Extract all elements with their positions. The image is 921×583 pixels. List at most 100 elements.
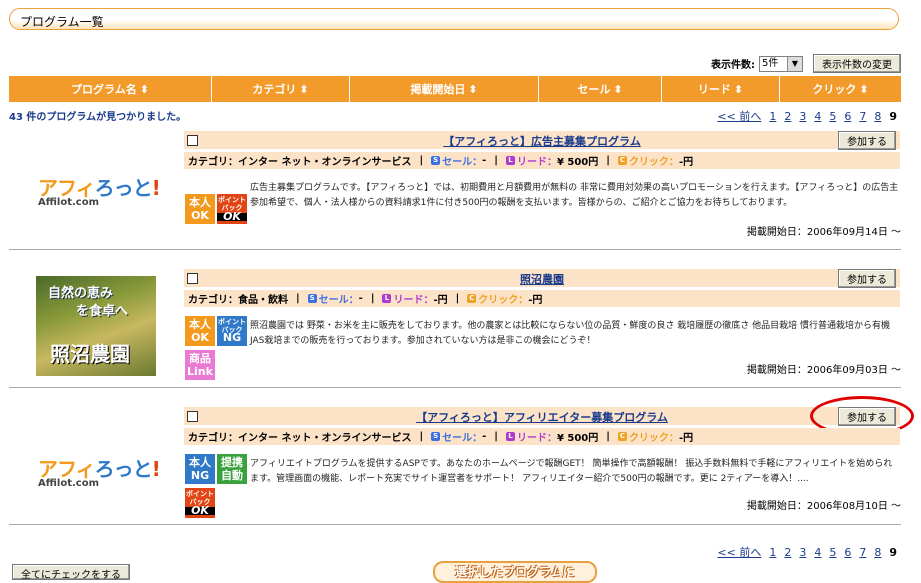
pager-prev-link[interactable]: << 前へ — [717, 108, 761, 124]
sale-value: - — [358, 293, 363, 304]
badge-auto-approve: 提携 自動 — [217, 454, 247, 484]
lead-label: リード： — [393, 295, 434, 306]
program-start-date: 掲載開始日：2006年09月14日 〜 — [746, 227, 901, 238]
program-start-date: 掲載開始日：2006年08月10日 〜 — [746, 501, 901, 512]
sale-label: セール： — [318, 295, 359, 306]
category-value: インター ネット・オンラインサービス — [238, 433, 412, 444]
badge-self-ng: 本人 NG — [185, 454, 215, 484]
badge-product-link: 商品 Link — [185, 350, 215, 380]
affilot-logo[interactable]: アフィろっと! Affilot.com — [38, 453, 161, 489]
check-all-button[interactable]: 全てにチェックをする — [12, 564, 130, 581]
sort-arrows-icon: ⬍ — [139, 82, 149, 96]
header-sale[interactable]: セール ⬍ — [539, 76, 662, 102]
change-count-button[interactable]: 表示件数の変更 — [813, 54, 901, 73]
badge-point-back: ポイント バック OK — [217, 194, 247, 224]
sale-value: - — [482, 431, 487, 442]
pager-page-link[interactable]: 4 — [814, 546, 821, 559]
lead-value: -円 — [433, 295, 448, 306]
click-label: クリック： — [628, 157, 679, 168]
click-label: クリック： — [478, 295, 529, 306]
header-program-name[interactable]: プログラム名 ⬍ — [9, 76, 212, 102]
sort-arrows-icon: ⬍ — [613, 82, 623, 96]
divider — [9, 524, 901, 525]
sale-label: セール： — [442, 157, 483, 168]
category-value: インター ネット・オンラインサービス — [238, 157, 412, 168]
results-count: 43 件のプログラムが見つかりました。 — [9, 112, 187, 123]
header-click[interactable]: クリック ⬍ — [780, 76, 901, 102]
program-title-link[interactable]: 【アフィろっと】アフィリエイター募集プログラム — [416, 411, 668, 424]
lead-value: ¥ 500円 — [556, 433, 599, 444]
click-value: -円 — [678, 157, 694, 168]
pager-page-link[interactable]: 8 — [874, 546, 881, 559]
sort-arrows-icon: ⬍ — [859, 82, 869, 96]
lead-icon: L — [382, 294, 392, 303]
category-value: 食品・飲料 — [238, 295, 288, 306]
pager-current-page: 9 — [889, 545, 897, 559]
pager-page-link[interactable]: 7 — [859, 546, 866, 559]
program-description: 照沼農園では 野菜・お米を主に販売をしております。他の農家とは比較にならない位の… — [250, 321, 891, 346]
join-selected-button[interactable]: 選択したプログラムに — [433, 561, 597, 583]
pager-page-link[interactable]: 2 — [784, 110, 791, 123]
teruma-farm-banner[interactable]: 自然の恵み を食卓へ 照沼農園 — [36, 276, 156, 376]
program-badges: 本人 OK ポイント バック OK — [185, 194, 247, 224]
chevron-down-icon: ▼ — [787, 56, 802, 71]
click-icon: C — [467, 294, 477, 303]
program-title-link[interactable]: 【アフィろっと】広告主募集プログラム — [443, 135, 640, 148]
click-label: クリック： — [628, 433, 679, 444]
header-start-date[interactable]: 掲載開始日 ⬍ — [350, 76, 539, 102]
lead-label: リード： — [516, 157, 557, 168]
badge-self-ok: 本人 OK — [185, 316, 215, 346]
program-title-bar: 【アフィろっと】広告主募集プログラム — [184, 131, 900, 149]
header-category[interactable]: カテゴリ ⬍ — [212, 76, 350, 102]
program-title-link[interactable]: 照沼農園 — [520, 273, 564, 286]
header-lead[interactable]: リード ⬍ — [662, 76, 780, 102]
program-title-bar: 【アフィろっと】アフィリエイター募集プログラム — [184, 407, 900, 425]
program-description: 広告主募集プログラムです。【アフィろっと】では、初期費用と月額費用が無料の 非常… — [250, 183, 899, 208]
display-count-value: 5件 — [762, 57, 779, 69]
sale-value: - — [482, 155, 487, 166]
pager-page-link[interactable]: 5 — [829, 546, 836, 559]
lead-icon: L — [505, 432, 515, 441]
sort-arrows-icon: ⬍ — [299, 82, 309, 96]
pager-page-link[interactable]: 1 — [769, 546, 776, 559]
pager-prev-link[interactable]: << 前へ — [717, 544, 761, 560]
pager-page-link[interactable]: 5 — [829, 110, 836, 123]
pager-bottom: << 前へ 1 2 3 4 5 6 7 8 9 — [717, 544, 897, 560]
pager-page-link[interactable]: 6 — [844, 110, 851, 123]
pager-top: << 前へ 1 2 3 4 5 6 7 8 9 — [717, 108, 897, 124]
lead-icon: L — [505, 156, 515, 165]
display-count-label: 表示件数: — [711, 60, 755, 71]
pager-page-link[interactable]: 3 — [799, 546, 806, 559]
program-badges: 本人 OK ポイント バック NG 商品 Link — [185, 316, 247, 380]
sale-icon: S — [431, 156, 441, 165]
program-info-bar: カテゴリ： 食品・飲料 | S セール： - | L リード： -円 | C クリック： -円 — [184, 290, 900, 307]
program-description: アフィリエイトプログラムを提供するASPです。あなたのホームページで報酬GET！… — [250, 459, 893, 484]
pager-page-link[interactable]: 4 — [814, 110, 821, 123]
program-info-bar: カテゴリ： インター ネット・オンラインサービス | S セール： - | L リード： ¥ … — [184, 152, 900, 169]
sort-arrows-icon: ⬍ — [733, 82, 744, 96]
pager-page-link[interactable]: 3 — [799, 110, 806, 123]
pager-current-page: 9 — [889, 109, 897, 123]
click-icon: C — [617, 432, 627, 441]
badge-point-back: ポイント バック OK — [185, 488, 215, 518]
sale-label: セール： — [442, 433, 483, 444]
badge-point-back: ポイント バック NG — [217, 316, 247, 346]
sale-icon: S — [431, 432, 441, 441]
badge-self-ok: 本人 OK — [185, 194, 215, 224]
lead-value: ¥ 500円 — [556, 157, 599, 168]
click-value: -円 — [528, 295, 543, 306]
category-label: カテゴリ： — [188, 295, 238, 306]
affilot-logo[interactable]: アフィろっと! Affilot.com — [38, 172, 161, 208]
join-button[interactable]: 参加する — [838, 269, 896, 288]
pager-page-link[interactable]: 6 — [844, 546, 851, 559]
sort-arrows-icon: ⬍ — [468, 82, 478, 96]
click-icon: C — [617, 156, 627, 165]
pager-page-link[interactable]: 2 — [784, 546, 791, 559]
pager-page-link[interactable]: 8 — [874, 110, 881, 123]
pager-page-link[interactable]: 7 — [859, 110, 866, 123]
lead-label: リード： — [516, 433, 557, 444]
display-count-control: 表示件数: 5件 ▼ 表示件数の変更 — [711, 54, 901, 73]
pager-page-link[interactable]: 1 — [769, 110, 776, 123]
join-button[interactable]: 参加する — [838, 131, 896, 150]
display-count-select[interactable]: 5件 ▼ — [759, 55, 803, 72]
